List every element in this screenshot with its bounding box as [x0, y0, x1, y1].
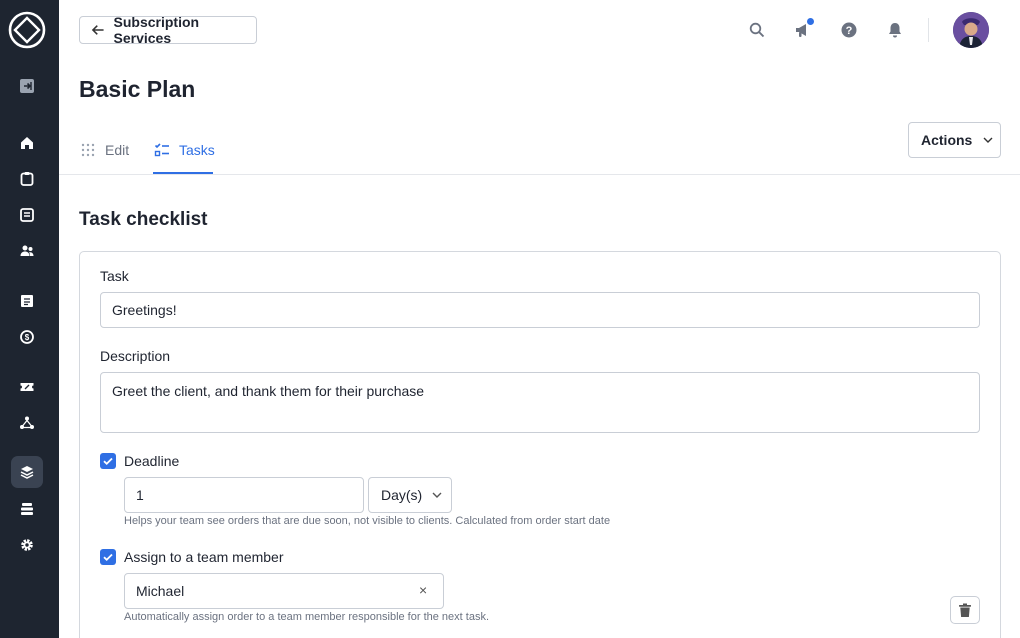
help-icon[interactable]: ? — [840, 21, 858, 39]
coupons-icon[interactable] — [18, 378, 36, 396]
chevron-down-icon — [432, 492, 442, 498]
invoices-icon[interactable] — [18, 292, 36, 310]
checklist-icon — [154, 143, 169, 157]
drag-grid-icon — [81, 143, 95, 157]
tab-edit-label: Edit — [105, 142, 130, 158]
assignee-select[interactable]: Michael — [124, 573, 444, 609]
deadline-amount-input[interactable]: 1 — [124, 477, 364, 513]
clear-assignee-button[interactable]: × — [419, 582, 427, 598]
checkmark-icon — [103, 553, 113, 562]
collapse-icon[interactable] — [18, 77, 36, 95]
svg-text:?: ? — [846, 25, 853, 37]
affiliates-icon[interactable] — [18, 414, 36, 432]
chevron-down-icon — [983, 137, 993, 143]
notification-dot — [807, 18, 814, 25]
clients-icon[interactable] — [18, 242, 36, 260]
services-icon[interactable] — [18, 463, 36, 481]
orders-icon[interactable] — [18, 170, 36, 188]
tabs-divider — [59, 174, 1020, 175]
billing-icon[interactable]: $ — [18, 328, 36, 346]
assign-help-text: Automatically assign order to a team mem… — [124, 611, 490, 623]
trash-icon — [959, 603, 971, 617]
storage-icon[interactable] — [18, 500, 36, 518]
deadline-checkbox[interactable] — [100, 453, 116, 469]
tab-tasks[interactable]: Tasks — [154, 140, 215, 160]
tab-tasks-label: Tasks — [179, 142, 215, 158]
description-textarea-value: Greet the client, and thank them for the… — [112, 383, 425, 399]
deadline-help-text: Helps your team see orders that are due … — [124, 515, 611, 527]
home-icon[interactable] — [18, 134, 36, 152]
avatar[interactable] — [953, 12, 989, 48]
header-divider — [928, 18, 929, 42]
assign-label: Assign to a team member — [124, 549, 284, 565]
arrow-left-icon — [91, 25, 104, 35]
back-button-label: Subscription Services — [113, 14, 200, 46]
search-icon[interactable] — [748, 21, 766, 39]
deadline-unit-value: Day(s) — [381, 487, 423, 503]
deadline-label: Deadline — [124, 453, 180, 469]
assign-checkbox[interactable] — [100, 549, 116, 565]
checkmark-icon — [103, 457, 113, 466]
sidebar: $ — [0, 0, 59, 638]
logo-icon[interactable] — [8, 11, 46, 49]
back-button[interactable]: Subscription Services — [79, 14, 257, 46]
assignee-value: Michael — [136, 583, 185, 599]
actions-button[interactable]: Actions — [908, 122, 1001, 158]
task-label: Task — [100, 268, 129, 284]
task-input-value: Greetings! — [112, 302, 177, 318]
delete-task-button[interactable] — [950, 596, 980, 624]
tab-edit[interactable]: Edit — [80, 140, 129, 160]
description-textarea[interactable]: Greet the client, and thank them for the… — [100, 372, 980, 433]
task-input[interactable]: Greetings! — [100, 292, 980, 328]
deadline-unit-select[interactable]: Day(s) — [368, 477, 452, 513]
page-title: Basic Plan — [79, 76, 196, 102]
svg-text:$: $ — [25, 333, 30, 342]
messages-icon[interactable] — [18, 206, 36, 224]
description-label: Description — [100, 348, 171, 364]
bell-icon[interactable] — [886, 21, 904, 39]
actions-button-label: Actions — [921, 132, 973, 148]
section-title: Task checklist — [79, 209, 208, 230]
settings-icon[interactable] — [18, 536, 36, 554]
deadline-amount-value: 1 — [136, 487, 144, 503]
